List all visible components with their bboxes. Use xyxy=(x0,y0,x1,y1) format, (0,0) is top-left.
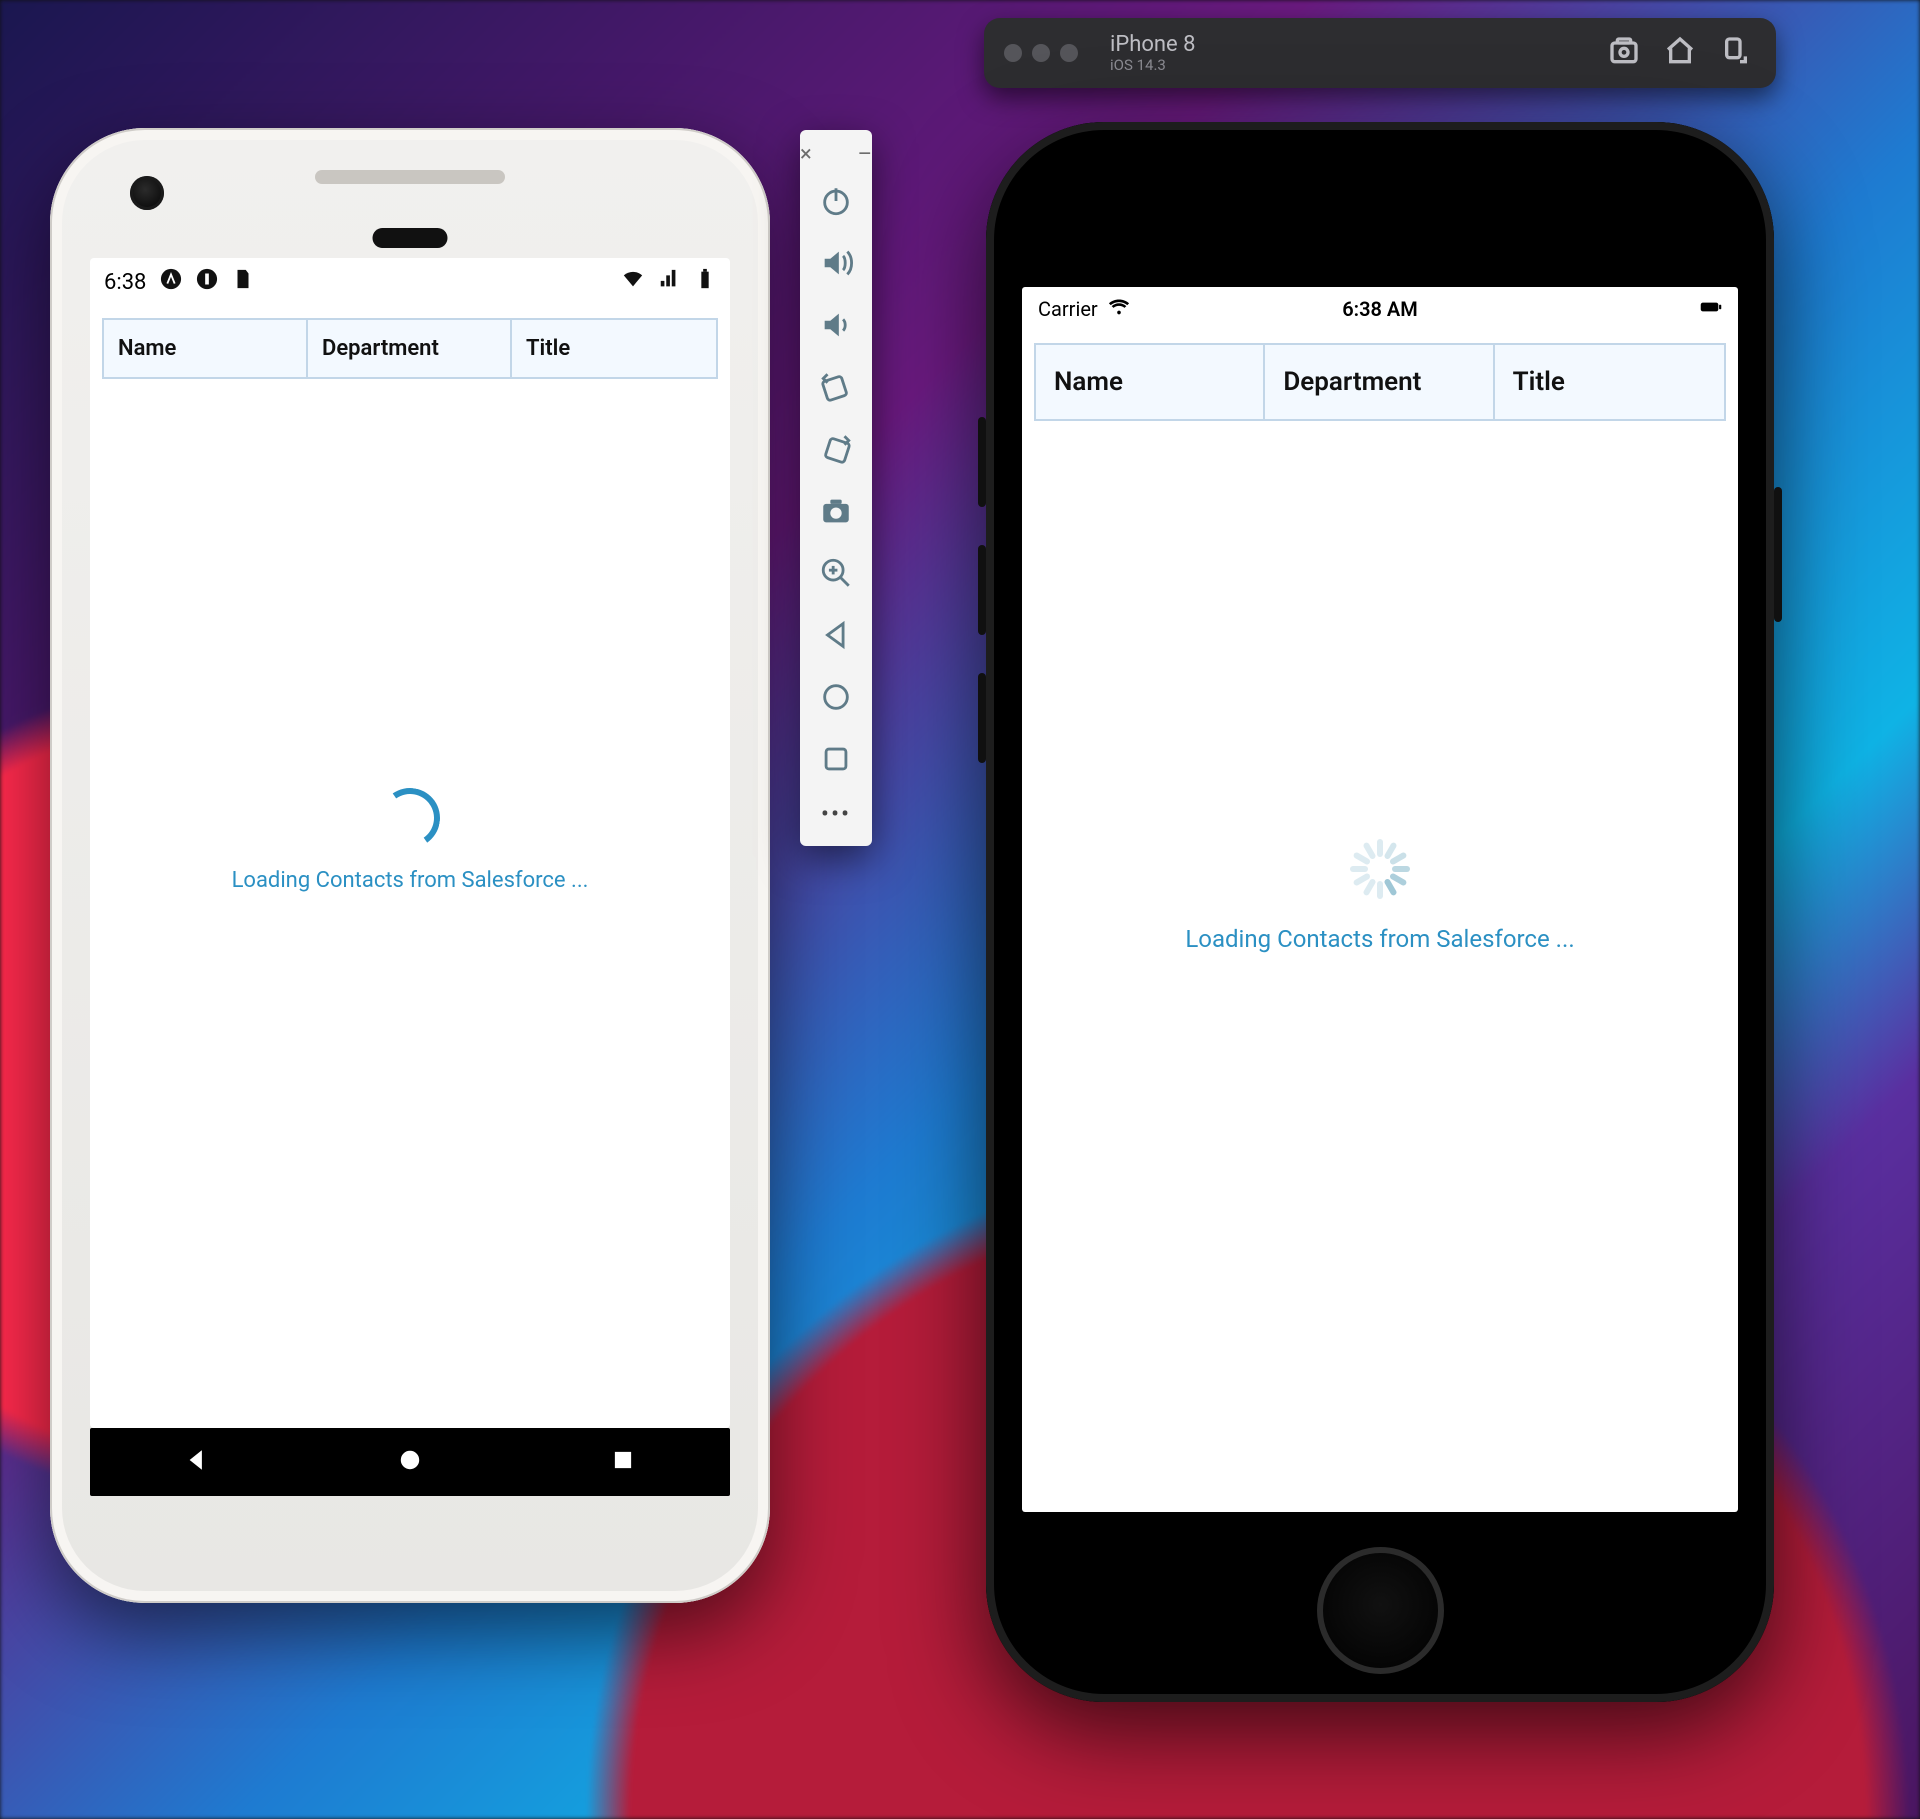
android-navbar xyxy=(90,1428,730,1496)
rotate-right-icon[interactable] xyxy=(808,421,864,477)
carrier-label: Carrier xyxy=(1038,297,1098,321)
wifi-icon xyxy=(622,268,644,296)
ios-simulator-window: iPhone 8 iOS 14.3 xyxy=(984,18,1776,88)
rotate-icon[interactable] xyxy=(1720,35,1752,71)
android-statusbar: 6:38 xyxy=(90,258,730,306)
recents-button[interactable] xyxy=(610,1447,636,1477)
iphone-device-frame: Carrier 6:38 AM Name Department Title xyxy=(986,122,1774,1702)
spinner-icon xyxy=(1350,839,1410,899)
loading-text: Loading Contacts from Salesforce ... xyxy=(232,868,589,893)
home-nav-icon[interactable] xyxy=(808,669,864,725)
iphone-home-button[interactable] xyxy=(1317,1547,1444,1674)
rotate-left-icon[interactable] xyxy=(808,359,864,415)
screenshot-icon[interactable] xyxy=(1608,35,1640,71)
emulator-sidebar: × – ••• xyxy=(800,130,872,846)
iphone-statusbar: Carrier 6:38 AM xyxy=(1022,287,1738,331)
android-screen: 6:38 xyxy=(90,258,730,1428)
table-header-row: Name Department Title xyxy=(1034,343,1726,421)
loading-indicator: Loading Contacts from Salesforce ... xyxy=(1022,839,1738,953)
android-device-frame: 6:38 xyxy=(50,128,770,1603)
lambda-app-icon xyxy=(160,268,182,296)
back-nav-icon[interactable] xyxy=(808,607,864,663)
zoom-traffic-light[interactable] xyxy=(1060,44,1078,62)
back-button[interactable] xyxy=(184,1447,210,1477)
simulator-toolbar xyxy=(1608,35,1752,71)
volume-up-icon[interactable] xyxy=(808,235,864,291)
col-name: Name xyxy=(1036,345,1265,419)
overview-nav-icon[interactable] xyxy=(808,731,864,787)
simulator-device-name: iPhone 8 xyxy=(1110,33,1196,57)
window-controls xyxy=(1004,44,1096,62)
doc-icon xyxy=(232,268,254,296)
more-options-button[interactable]: ••• xyxy=(821,790,851,832)
zoom-icon[interactable] xyxy=(808,545,864,601)
android-app-content: Name Department Title Loading Contacts f… xyxy=(90,306,730,1428)
debug-icon xyxy=(196,268,218,296)
sidebar-close-button[interactable]: × xyxy=(800,144,812,166)
iphone-screen: Carrier 6:38 AM Name Department Title xyxy=(1022,287,1738,1512)
android-sensor-pill xyxy=(373,228,448,248)
wifi-icon xyxy=(1108,296,1130,323)
android-camera-dot xyxy=(130,176,164,210)
col-name: Name xyxy=(104,320,308,377)
close-traffic-light[interactable] xyxy=(1004,44,1022,62)
signal-icon xyxy=(658,268,680,296)
home-button[interactable] xyxy=(397,1447,423,1477)
spinner-icon xyxy=(375,784,445,854)
volume-down-icon[interactable] xyxy=(808,297,864,353)
simulator-os-name: iOS 14.3 xyxy=(1110,57,1196,74)
home-icon[interactable] xyxy=(1664,35,1696,71)
simulator-titlebar[interactable]: iPhone 8 iOS 14.3 xyxy=(984,18,1776,88)
iphone-app-content: Name Department Title xyxy=(1022,331,1738,1512)
col-title: Title xyxy=(1495,345,1724,419)
loading-text: Loading Contacts from Salesforce ... xyxy=(1185,925,1574,953)
minimize-traffic-light[interactable] xyxy=(1032,44,1050,62)
col-department: Department xyxy=(308,320,512,377)
camera-icon[interactable] xyxy=(808,483,864,539)
loading-indicator: Loading Contacts from Salesforce ... xyxy=(90,788,730,893)
col-title: Title xyxy=(512,320,716,377)
sidebar-minimize-button[interactable]: – xyxy=(858,144,872,166)
android-speaker xyxy=(315,170,505,184)
simulator-title: iPhone 8 iOS 14.3 xyxy=(1110,33,1196,74)
table-header-row: Name Department Title xyxy=(102,318,718,379)
status-time: 6:38 AM xyxy=(1342,297,1418,321)
battery-icon xyxy=(1700,296,1722,323)
status-time: 6:38 xyxy=(104,270,146,295)
power-icon[interactable] xyxy=(808,173,864,229)
battery-icon xyxy=(694,268,716,296)
col-department: Department xyxy=(1265,345,1494,419)
